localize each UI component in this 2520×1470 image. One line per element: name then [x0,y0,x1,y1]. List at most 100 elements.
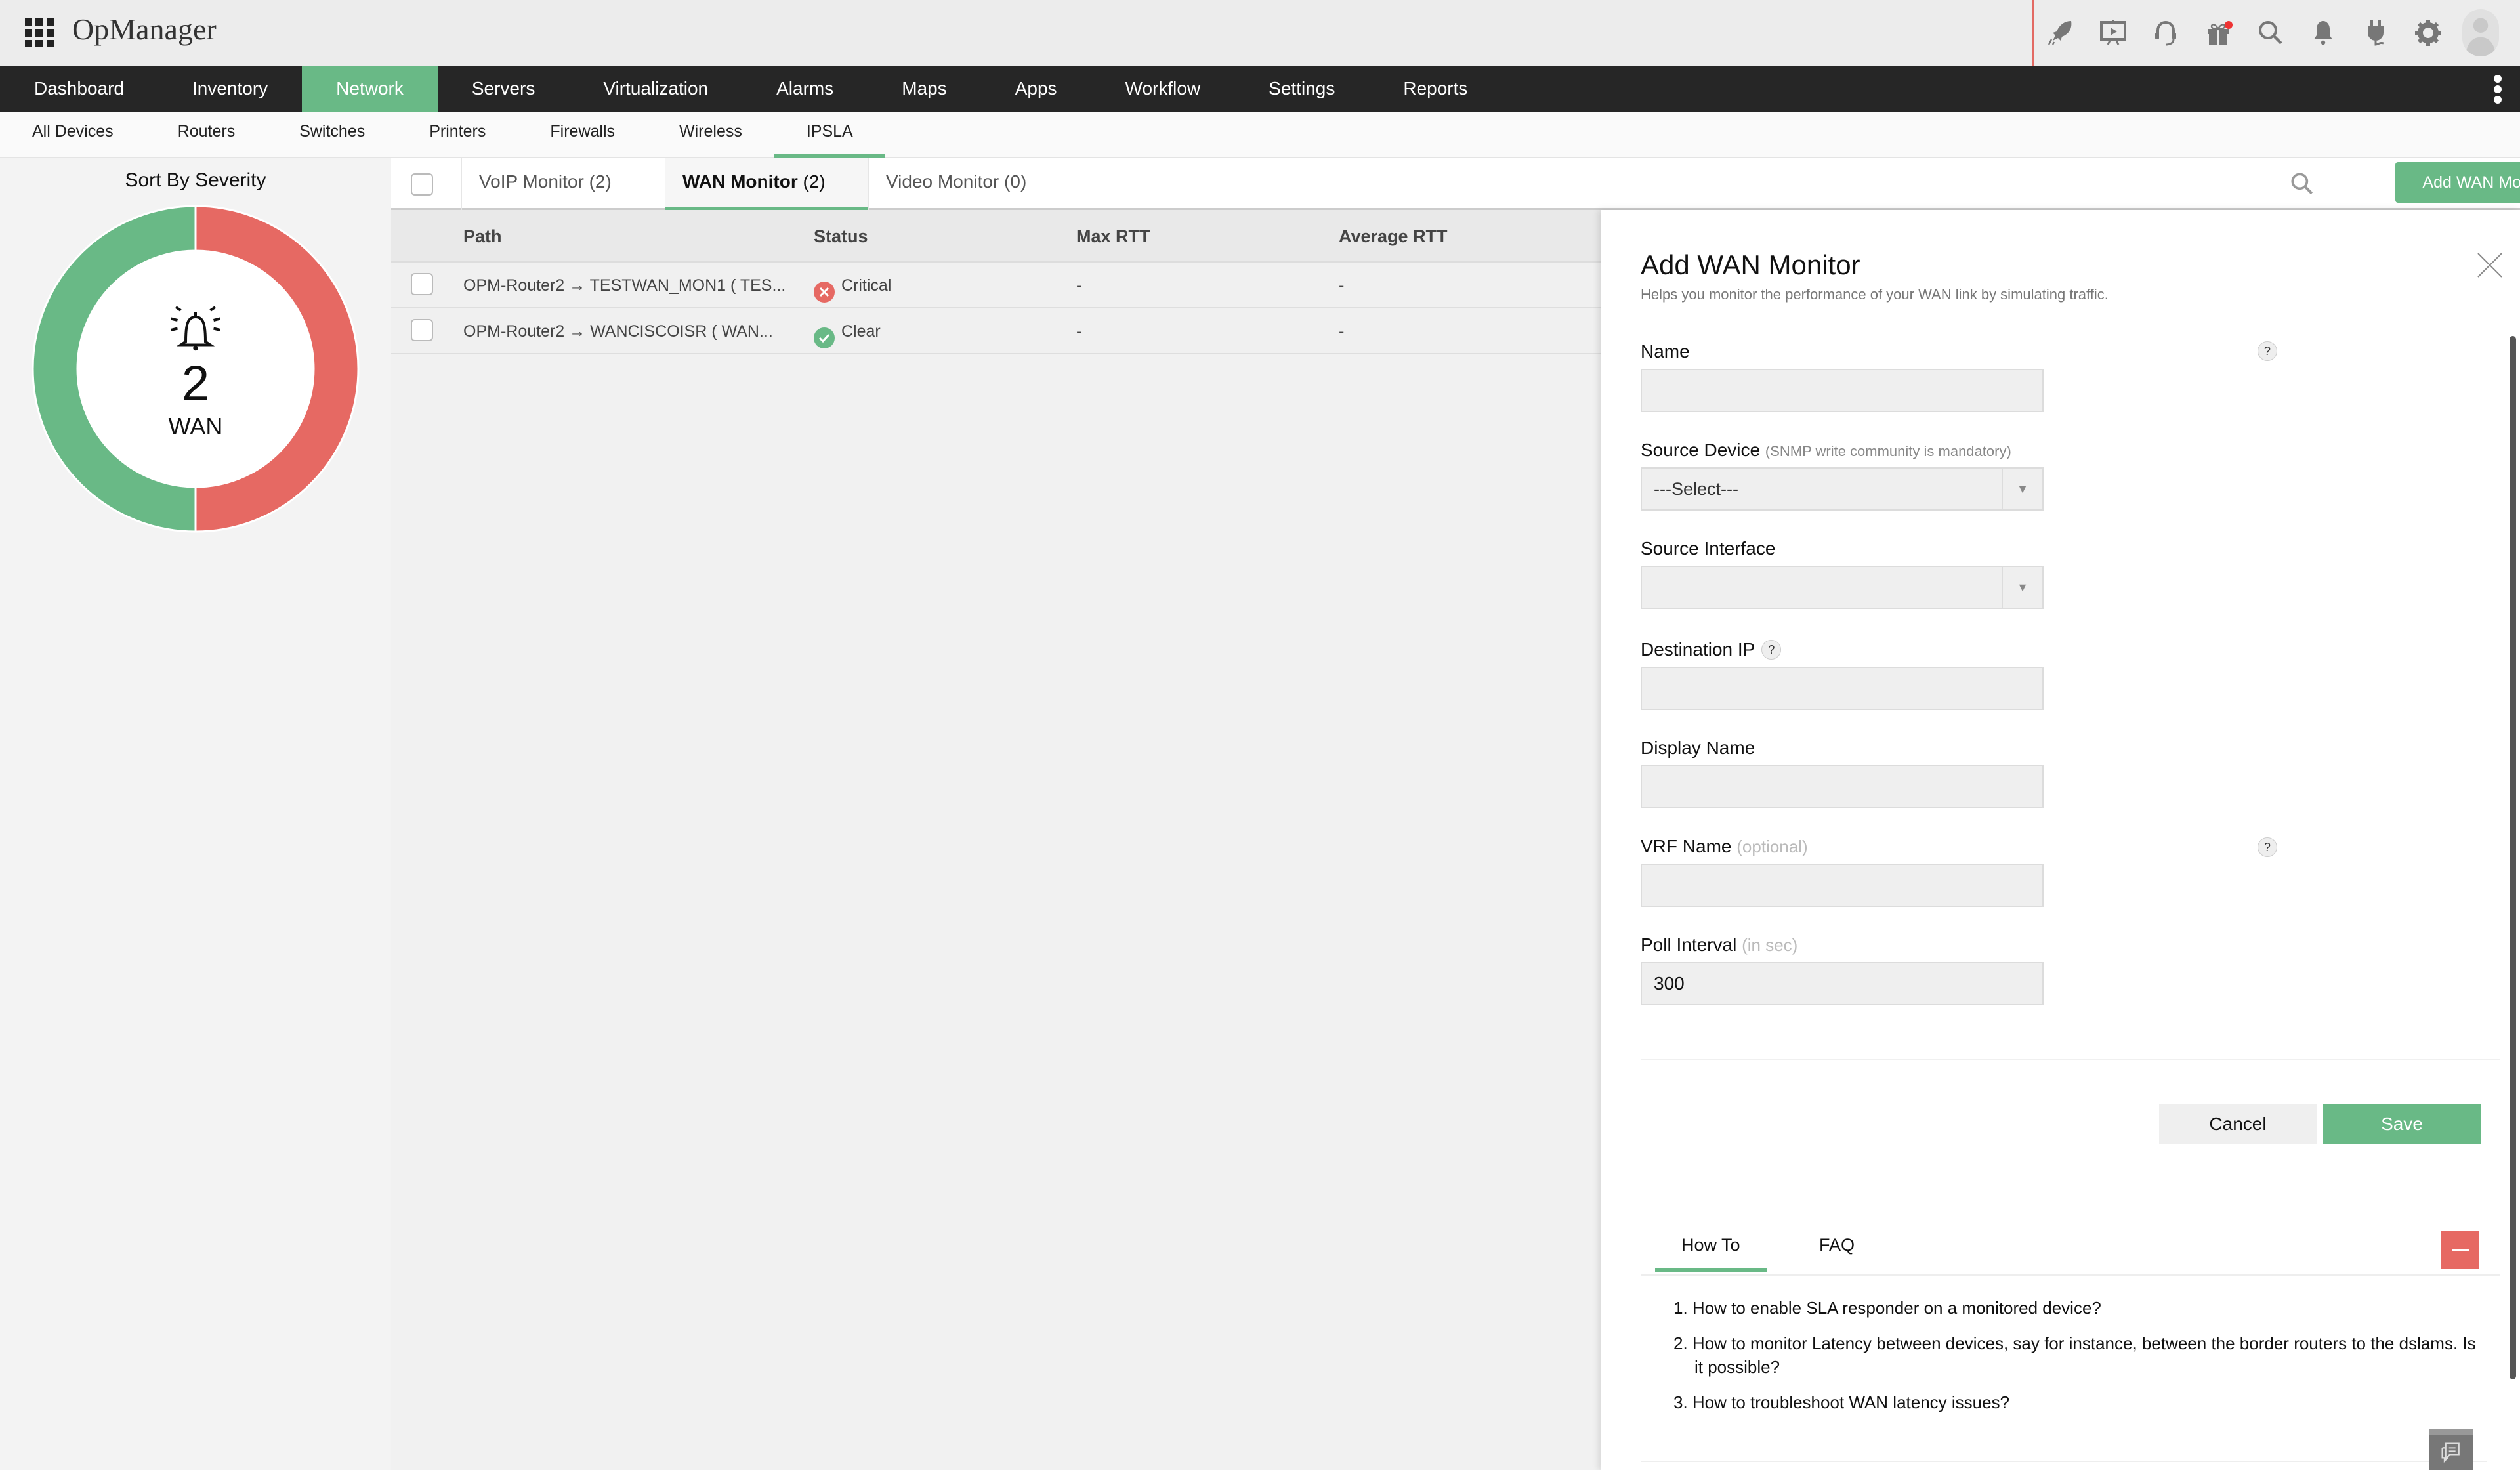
source-device-value: ---Select--- [1654,479,1738,499]
display-name-input[interactable] [1641,765,2044,808]
row-status: Critical [814,262,891,308]
search-icon[interactable] [2244,0,2297,66]
nav-reports[interactable]: Reports [1369,66,1502,112]
panel-scrollbar[interactable] [2510,336,2516,1379]
severity-panel: Sort By Severity 2 WAN [0,158,391,1470]
tab-label: Video Monitor [886,171,999,192]
more-menu-icon[interactable] [2494,75,2502,104]
severity-donut[interactable] [32,205,360,533]
user-avatar[interactable] [2462,9,2499,56]
close-icon[interactable] [2474,249,2506,281]
subnav-ipsla[interactable]: IPSLA [774,112,885,158]
nav-network[interactable]: Network [302,66,438,112]
tab-label: WAN Monitor [682,171,798,192]
row-max-rtt: - [1076,276,1082,295]
destination-ip-input[interactable] [1641,667,2044,710]
subnav-all-devices[interactable]: All Devices [0,112,146,158]
row-avg-rtt: - [1339,276,1345,295]
tab-faq[interactable]: FAQ [1819,1235,1855,1270]
tab-voip-monitor[interactable]: VoIP Monitor (2) [462,158,665,210]
nav-workflow[interactable]: Workflow [1091,66,1235,112]
critical-icon [814,274,835,303]
row-avg-rtt: - [1339,322,1345,341]
tab-label: VoIP Monitor [479,171,584,192]
plug-icon[interactable] [2349,0,2402,66]
row-checkbox[interactable] [411,319,433,341]
chat-icon[interactable] [2429,1429,2473,1470]
add-wan-monitor-panel: Add WAN Monitor Helps you monitor the pe… [1601,210,2520,1470]
gift-icon[interactable] [2192,0,2244,66]
sub-nav: All Devices Routers Switches Printers Fi… [0,112,2520,158]
name-label: Name [1641,341,1690,362]
collapse-help-button[interactable] [2441,1231,2479,1269]
notification-dot [2225,21,2233,29]
tab-how-to[interactable]: How To [1655,1235,1766,1272]
nav-virtualization[interactable]: Virtualization [569,66,742,112]
vrf-name-help-icon[interactable]: ? [2258,837,2277,857]
app-grid-icon[interactable] [25,18,54,47]
headset-icon[interactable] [2139,0,2192,66]
tab-video-monitor[interactable]: Video Monitor (0) [869,158,1072,210]
how-to-item[interactable]: 3. How to troubleshoot WAN latency issue… [1673,1391,2487,1414]
save-button[interactable]: Save [2323,1104,2481,1144]
row-path[interactable]: OPM-Router2 → WANCISCOISR ( WAN... [463,308,773,354]
help-tabs: How To FAQ [1641,1221,2500,1276]
poll-interval-hint: (in sec) [1742,935,1798,955]
subnav-routers[interactable]: Routers [146,112,268,158]
top-bar: OpManager [0,0,2520,66]
cancel-button[interactable]: Cancel [2159,1104,2317,1144]
how-to-item[interactable]: 2. How to monitor Latency between device… [1673,1332,2487,1379]
source-device-hint: (SNMP write community is mandatory) [1765,443,2011,459]
nav-settings[interactable]: Settings [1234,66,1369,112]
display-name-label: Display Name [1641,738,1755,758]
source-device-label: Source Device (SNMP write community is m… [1641,440,2011,460]
nav-alarms[interactable]: Alarms [742,66,868,112]
poll-interval-input[interactable] [1641,962,2044,1005]
nav-inventory[interactable]: Inventory [158,66,302,112]
vrf-name-input[interactable] [1641,864,2044,907]
tab-wan-monitor[interactable]: WAN Monitor (2) [665,158,869,210]
nav-apps[interactable]: Apps [981,66,1091,112]
search-icon[interactable] [2288,169,2317,198]
presentation-icon[interactable] [2087,0,2139,66]
how-to-item[interactable]: 1. How to enable SLA responder on a moni… [1673,1296,2487,1320]
column-status[interactable]: Status [814,210,868,262]
add-wan-monitor-button[interactable]: Add WAN Monitor [2395,162,2520,203]
vrf-name-label: VRF Name (optional) [1641,836,1808,856]
source-interface-select[interactable]: ▼ [1641,566,2044,609]
how-to-list: 1. How to enable SLA responder on a moni… [1673,1296,2487,1426]
name-help-icon[interactable]: ? [2258,341,2277,361]
row-status: Clear [814,308,881,354]
tab-count: (0) [1004,171,1027,192]
column-max-rtt[interactable]: Max RTT [1076,210,1150,262]
name-input[interactable] [1641,369,2044,412]
nav-maps[interactable]: Maps [868,66,980,112]
poll-interval-label: Poll Interval (in sec) [1641,934,1798,955]
status-text: Critical [841,276,892,295]
gear-icon[interactable] [2402,0,2454,66]
status-text: Clear [841,322,881,341]
destination-ip-help-icon[interactable]: ? [1761,639,1782,660]
tab-count: (2) [803,171,826,192]
panel-title: Add WAN Monitor [1641,249,1860,280]
column-path[interactable]: Path [463,210,502,262]
select-all-cell [391,158,462,210]
nav-servers[interactable]: Servers [438,66,569,112]
subnav-printers[interactable]: Printers [397,112,518,158]
destination-ip-label: Destination IP? [1641,639,1782,661]
bell-icon[interactable] [2297,0,2349,66]
rocket-icon[interactable] [2034,0,2087,66]
severity-title: Sort By Severity [125,169,266,191]
nav-dashboard[interactable]: Dashboard [0,66,158,112]
column-average-rtt[interactable]: Average RTT [1339,210,1448,262]
subnav-firewalls[interactable]: Firewalls [518,112,647,158]
help-bottom-divider [1641,1461,2487,1462]
source-device-select[interactable]: ---Select--- ▼ [1641,467,2044,511]
subnav-wireless[interactable]: Wireless [647,112,774,158]
subnav-switches[interactable]: Switches [267,112,397,158]
chevron-down-icon: ▼ [2002,469,2042,509]
donut-hole [77,251,314,487]
select-all-checkbox[interactable] [411,173,433,196]
row-checkbox[interactable] [411,273,433,295]
row-path[interactable]: OPM-Router2 → TESTWAN_MON1 ( TES... [463,262,786,308]
